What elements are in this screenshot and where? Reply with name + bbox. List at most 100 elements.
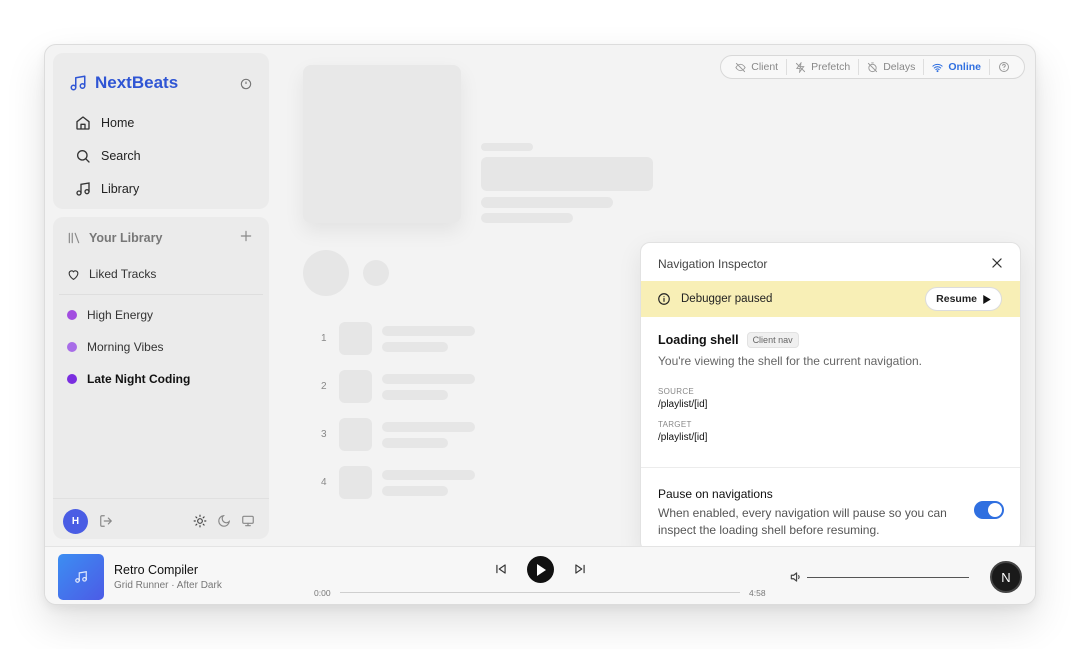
player-bar: Retro Compiler Grid Runner · After Dark … bbox=[45, 546, 1035, 604]
skeleton-thumb bbox=[339, 418, 372, 451]
statusbar-label: Prefetch bbox=[811, 61, 851, 73]
skeleton-play bbox=[303, 250, 349, 296]
skip-forward-icon[interactable] bbox=[573, 562, 587, 576]
target-value: /playlist/[id] bbox=[658, 432, 708, 443]
skeleton-line bbox=[382, 438, 448, 448]
info-icon bbox=[658, 293, 670, 305]
track-number: 4 bbox=[321, 477, 327, 488]
play-button[interactable] bbox=[527, 556, 554, 583]
volume-slider[interactable] bbox=[807, 577, 969, 578]
inspector-title: Navigation Inspector bbox=[658, 257, 768, 271]
skeleton-thumb bbox=[339, 370, 372, 403]
skip-back-icon[interactable] bbox=[494, 562, 508, 576]
skeleton-line bbox=[382, 390, 448, 400]
nav-item-library[interactable]: Library bbox=[75, 181, 139, 197]
moon-icon[interactable] bbox=[217, 514, 231, 528]
plus-icon[interactable] bbox=[239, 229, 253, 243]
music-note-icon bbox=[76, 182, 90, 196]
nav-item-label: Search bbox=[101, 149, 141, 163]
heart-icon bbox=[68, 269, 79, 280]
library-title: Your Library bbox=[89, 231, 163, 245]
bolt-off-icon bbox=[796, 61, 806, 73]
next-badge[interactable]: N bbox=[990, 561, 1022, 593]
devtools-statusbar: Client Prefetch Delays Online bbox=[720, 55, 1025, 79]
duration: 4:58 bbox=[749, 588, 766, 598]
sun-icon[interactable] bbox=[193, 514, 207, 528]
statusbar-delays[interactable]: Delays bbox=[859, 59, 925, 75]
skeleton-button bbox=[363, 260, 389, 286]
skeleton-line bbox=[481, 143, 533, 151]
debugger-banner: Debugger paused Resume bbox=[641, 281, 1020, 317]
shell-heading: Loading shell Client nav bbox=[658, 332, 799, 348]
track-number: 1 bbox=[321, 333, 327, 344]
resume-label: Resume bbox=[936, 293, 977, 305]
statusbar-help[interactable] bbox=[990, 59, 1018, 75]
shell-title: Loading shell bbox=[658, 333, 739, 347]
track-number: 3 bbox=[321, 429, 327, 440]
playlist-dot bbox=[67, 374, 77, 384]
skeleton-line bbox=[382, 374, 475, 384]
shell-description: You're viewing the shell for the current… bbox=[658, 354, 923, 368]
timer-off-icon bbox=[868, 61, 878, 72]
current-time: 0:00 bbox=[314, 588, 331, 598]
divider bbox=[59, 294, 263, 295]
divider bbox=[641, 467, 1020, 468]
skeleton-thumb bbox=[339, 466, 372, 499]
statusbar-label: Delays bbox=[883, 61, 916, 73]
source-label: SOURCE bbox=[658, 387, 695, 396]
skeleton-thumb bbox=[339, 322, 372, 355]
statusbar-online[interactable]: Online bbox=[924, 59, 990, 75]
playlist-item[interactable]: Morning Vibes bbox=[67, 340, 164, 354]
track-subtitle[interactable]: Grid Runner · After Dark bbox=[114, 580, 222, 591]
eye-off-icon bbox=[735, 62, 746, 72]
logout-icon[interactable] bbox=[99, 514, 113, 528]
nav-item-home[interactable]: Home bbox=[75, 115, 134, 131]
skeleton-line bbox=[382, 342, 448, 352]
pause-title: Pause on navigations bbox=[658, 487, 773, 501]
skeleton-line bbox=[382, 486, 448, 496]
help-icon bbox=[999, 62, 1009, 72]
track-cover[interactable] bbox=[58, 554, 104, 600]
github-icon[interactable] bbox=[239, 77, 253, 91]
pause-description: When enabled, every navigation will paus… bbox=[658, 506, 947, 537]
playlist-dot bbox=[67, 310, 77, 320]
playlist-item-active[interactable]: Late Night Coding bbox=[67, 372, 190, 386]
statusbar-client[interactable]: Client bbox=[727, 59, 788, 75]
progress-bar[interactable] bbox=[340, 592, 740, 593]
pause-toggle[interactable] bbox=[974, 501, 1004, 519]
skeleton-cover bbox=[303, 65, 461, 223]
play-icon bbox=[983, 294, 991, 304]
library-header[interactable]: Your Library bbox=[67, 231, 162, 245]
brand[interactable]: NextBeats bbox=[69, 73, 178, 93]
statusbar-prefetch[interactable]: Prefetch bbox=[787, 59, 860, 75]
playlist-label: Morning Vibes bbox=[87, 340, 164, 354]
track-title[interactable]: Retro Compiler bbox=[114, 563, 198, 577]
library-icon bbox=[68, 232, 80, 244]
app-window: NextBeats Home Search Library Your Libra… bbox=[44, 44, 1036, 605]
playlist-dot bbox=[67, 342, 77, 352]
skeleton-line bbox=[481, 197, 613, 208]
target-label: TARGET bbox=[658, 420, 692, 429]
liked-tracks-item[interactable]: Liked Tracks bbox=[67, 267, 156, 281]
avatar[interactable]: H bbox=[63, 509, 88, 534]
playlist-label: Late Night Coding bbox=[87, 372, 191, 386]
search-icon bbox=[77, 150, 90, 163]
client-nav-tag: Client nav bbox=[746, 332, 799, 348]
skeleton-title bbox=[481, 157, 653, 191]
brand-name: NextBeats bbox=[95, 73, 179, 92]
nav-item-label: Home bbox=[101, 116, 135, 130]
statusbar-label: Online bbox=[948, 61, 981, 73]
nav-item-search[interactable]: Search bbox=[75, 148, 141, 164]
divider bbox=[53, 498, 269, 499]
skeleton-line bbox=[382, 422, 475, 432]
wifi-icon bbox=[932, 63, 943, 72]
close-icon[interactable] bbox=[990, 256, 1004, 270]
resume-button[interactable]: Resume bbox=[925, 287, 1002, 311]
monitor-icon[interactable] bbox=[241, 514, 255, 528]
music-note-icon bbox=[75, 571, 87, 583]
playlist-item[interactable]: High Energy bbox=[67, 308, 153, 322]
home-icon bbox=[76, 116, 90, 130]
volume-icon[interactable] bbox=[789, 570, 803, 584]
liked-label: Liked Tracks bbox=[89, 267, 157, 281]
banner-text: Debugger paused bbox=[681, 293, 773, 305]
